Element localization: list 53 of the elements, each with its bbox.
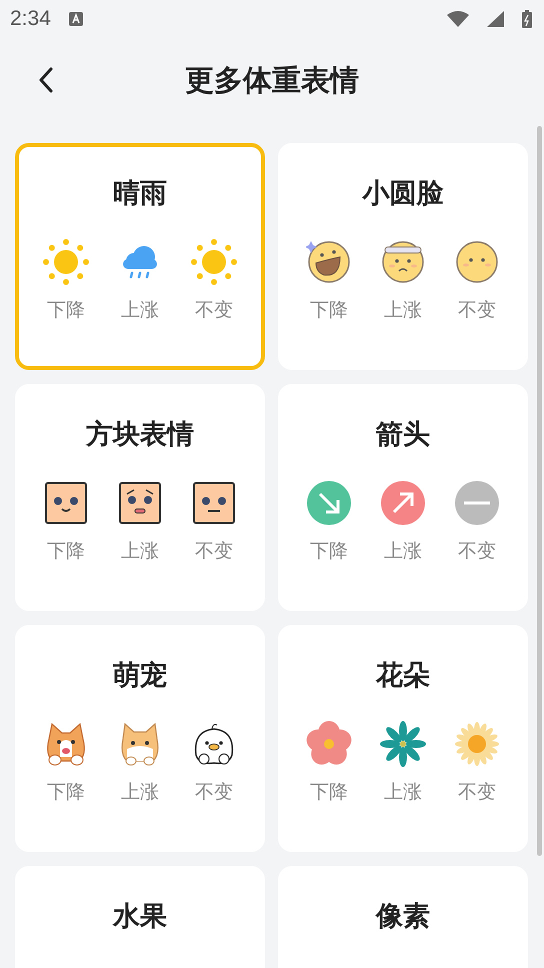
card-title: 水果 — [113, 900, 167, 934]
style-card[interactable]: 箭头 下降 上涨 不变 — [278, 384, 528, 611]
flower-icon — [306, 721, 352, 767]
trend-label: 下降 — [47, 539, 85, 564]
style-card[interactable]: 小圆脸 下降 上涨 不变 — [278, 143, 528, 370]
trend-label: 上涨 — [121, 780, 159, 805]
sun-icon — [191, 239, 237, 285]
worried-square-face-icon — [117, 480, 163, 526]
battery-icon — [522, 10, 532, 28]
flower-icon — [380, 721, 426, 767]
status-time: 2:34 — [10, 7, 51, 31]
card-title: 像素 — [376, 900, 430, 934]
trend-label: 不变 — [458, 539, 496, 564]
card-title: 萌宠 — [113, 659, 167, 693]
card-title: 晴雨 — [113, 177, 167, 211]
style-card[interactable]: 水果 — [15, 866, 265, 968]
wifi-icon — [447, 11, 469, 27]
trend-label: 下降 — [47, 780, 85, 805]
smiling-square-face-icon — [43, 480, 89, 526]
trend-label: 下降 — [47, 298, 85, 323]
trend-label: 上涨 — [121, 539, 159, 564]
trend-label: 上涨 — [384, 298, 422, 323]
neutral-square-face-icon — [191, 480, 237, 526]
style-card[interactable]: 花朵 下降 上涨 不变 — [278, 625, 528, 852]
style-card[interactable]: 萌宠 下降 上涨 不变 — [15, 625, 265, 852]
laughing-face-icon — [306, 239, 352, 285]
card-title: 箭头 — [376, 418, 430, 452]
frowning-face-icon — [380, 239, 426, 285]
card-title: 花朵 — [376, 659, 430, 693]
trend-label: 上涨 — [384, 780, 422, 805]
style-card[interactable]: 像素 — [278, 866, 528, 968]
trend-label: 不变 — [195, 539, 233, 564]
trend-label: 上涨 — [121, 298, 159, 323]
trend-label: 下降 — [310, 780, 348, 805]
signal-icon — [487, 11, 504, 27]
card-title: 小圆脸 — [362, 177, 444, 211]
trend-label: 上涨 — [384, 539, 422, 564]
neutral-face-icon — [454, 239, 500, 285]
trend-label: 下降 — [310, 298, 348, 323]
page-title: 更多体重表情 — [185, 62, 359, 99]
minus-icon — [454, 480, 500, 526]
back-icon — [38, 67, 54, 93]
daisy-icon — [454, 721, 500, 767]
card-title: 方块表情 — [86, 418, 194, 452]
trend-label: 不变 — [195, 298, 233, 323]
notification-icon — [68, 12, 83, 26]
style-card[interactable]: 方块表情 下降 上涨 不变 — [15, 384, 265, 611]
trend-label: 不变 — [458, 780, 496, 805]
sun-icon — [43, 239, 89, 285]
trend-label: 不变 — [195, 780, 233, 805]
trend-label: 下降 — [310, 539, 348, 564]
trend-label: 不变 — [458, 298, 496, 323]
style-card[interactable]: 晴雨 下降 上涨 不变 — [15, 143, 265, 370]
